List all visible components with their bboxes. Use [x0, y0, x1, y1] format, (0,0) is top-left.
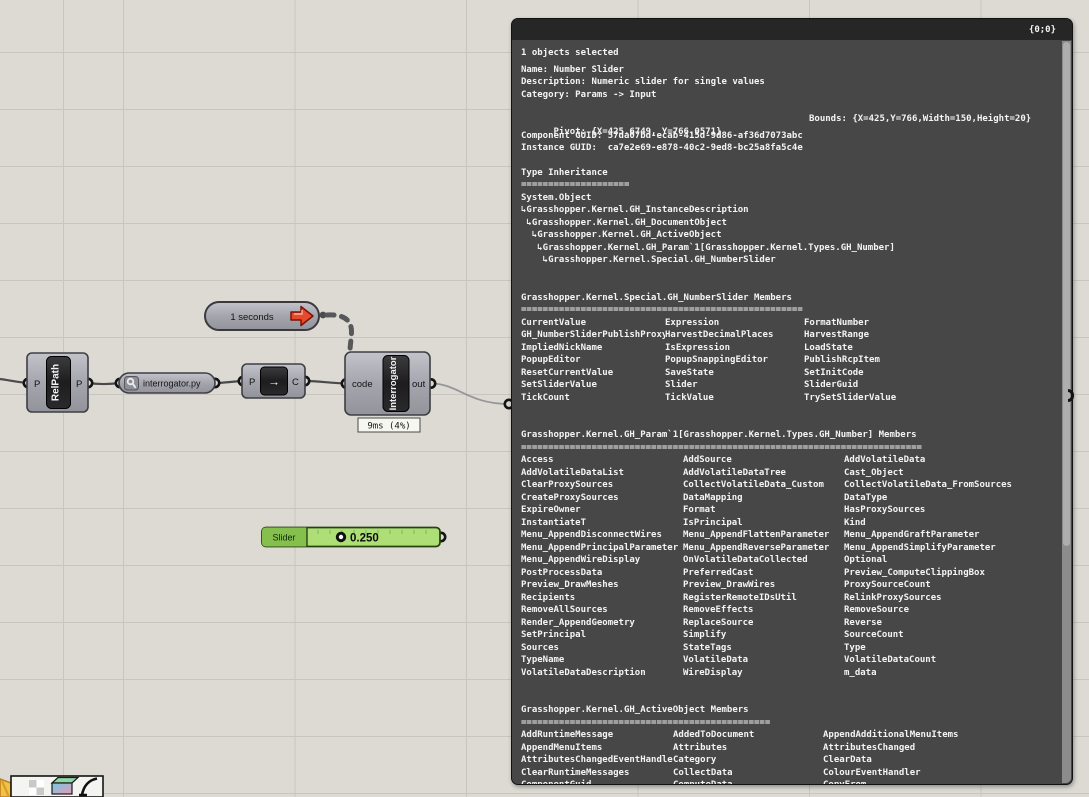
timer-label: 1 seconds	[230, 312, 274, 323]
transparency-swatch-icon[interactable]	[29, 780, 44, 795]
wire-out-to-hidden	[430, 382, 510, 405]
section-separator: ========================================…	[521, 305, 803, 315]
section-title: Type Inheritance	[521, 167, 608, 178]
file-path-icon	[124, 376, 139, 391]
ptoc-output-label: C	[292, 377, 299, 388]
interrogator-name-label: Interrogator	[388, 356, 399, 410]
param-members-section: Grasshopper.Kernel.GH_Param`1[Grasshoppe…	[521, 429, 1060, 679]
interrogator-output-label: out	[412, 379, 426, 390]
panel-content: 1 objects selected Name: Number Slider D…	[521, 43, 1060, 784]
object-name: Name: Number Slider	[521, 64, 624, 75]
data-path-badge: {0;0}	[1028, 24, 1056, 35]
member-table: Access AddSource AddVolatileData AddVolatil…	[521, 455, 1012, 678]
inheritance-line: ↳Grasshopper.Kernel.GH_InstanceDescripti…	[521, 205, 749, 215]
py-path-label: interrogator.py	[143, 379, 201, 389]
pivot-bounds-line: Pivot: {X=425.6749, Y=766.0571} Bounds: …	[521, 113, 1060, 137]
section-separator: ========================================…	[521, 442, 922, 453]
interrogator-input-label: code	[352, 379, 373, 390]
relpath-output-label: P	[76, 379, 82, 390]
timer-component[interactable]: 1 seconds	[204, 301, 320, 331]
pivot-value: Pivot: {X=425.6749, Y=766.0571}	[553, 126, 722, 137]
member-table: CurrentValue Expression FormatNumber GH_Num…	[521, 317, 897, 403]
port-grips[interactable]	[22, 375, 515, 543]
corner-toolbar[interactable]	[0, 775, 104, 797]
panel-header: {0;0}	[512, 19, 1072, 40]
panel-scrollbar-thumb[interactable]	[1063, 42, 1070, 546]
timer-trail	[319, 311, 354, 356]
inheritance-line: ↳Grasshopper.Kernel.Special.GH_NumberSli…	[521, 255, 776, 265]
section-separator: ========================================…	[521, 717, 771, 728]
interrogator-output-panel[interactable]: {0;0} 1 objects selected Name: Number Sl…	[511, 18, 1073, 785]
slider-label: Slider	[272, 533, 295, 543]
numberslider-members-section: Grasshopper.Kernel.Special.GH_NumberSlid…	[521, 292, 1060, 405]
relpath-input-label: P	[34, 379, 40, 390]
slider-knob[interactable]	[335, 531, 347, 543]
section-title: Grasshopper.Kernel.Special.GH_NumberSlid…	[521, 292, 792, 303]
inheritance-line: ↳Grasshopper.Kernel.GH_ActiveObject	[521, 230, 722, 240]
panel-scrollbar[interactable]	[1062, 41, 1071, 783]
inheritance-lines: System.Object ↳Grasshopper.Kernel.GH_Inst…	[521, 192, 1060, 267]
interrogator-component[interactable]: code Interrogator out 9ms (4%)	[344, 351, 431, 433]
number-slider[interactable]: Slider 0.250	[261, 526, 441, 548]
member-table: AddRuntimeMessage AddedToDocument AppendAd…	[521, 730, 959, 784]
relpath-component[interactable]: P RelPath P	[26, 352, 89, 413]
ptoc-input-label: P	[249, 377, 255, 388]
section-title: Grasshopper.Kernel.GH_Param`1[Grasshoppe…	[521, 430, 917, 440]
selected-count: 1 objects selected	[521, 48, 619, 58]
section-title: Grasshopper.Kernel.GH_ActiveObject Membe…	[521, 705, 749, 715]
svg-text:9ms (4%): 9ms (4%)	[367, 422, 410, 432]
inheritance-line: ↳Grasshopper.Kernel.GH_Param`1[Grasshopp…	[521, 242, 895, 253]
inheritance-line: ↳Grasshopper.Kernel.GH_DocumentObject	[521, 217, 727, 228]
instance-guid: Instance GUID: ca7e2e69-e878-40c2-9ed8-b…	[521, 143, 803, 153]
wire-ptoc-to-interrogator	[304, 379, 347, 385]
slider-value: 0.250	[350, 533, 379, 545]
inheritance-line: System.Object	[521, 192, 592, 203]
runtime-badge: 9ms (4%)	[357, 417, 421, 433]
grasshopper-canvas: { "canvas": { "components": { "relpath":…	[0, 0, 1089, 797]
py-path-capsule[interactable]: interrogator.py	[118, 372, 216, 394]
object-description: Description: Numeric slider for single v…	[521, 77, 765, 87]
ptoc-component[interactable]: P → C	[241, 363, 306, 399]
type-inheritance-section: Type Inheritance ==================== Sy…	[521, 167, 1060, 267]
bounds-value: Bounds: {X=425,Y=766,Width=150,Height=20…	[809, 114, 1032, 124]
object-category: Category: Params -> Input	[521, 89, 657, 100]
arrow-right-icon: →	[268, 375, 280, 389]
relpath-name-label: RelPath	[51, 364, 62, 401]
activeobject-members-section: Grasshopper.Kernel.GH_ActiveObject Membe…	[521, 704, 1060, 784]
section-separator: ====================	[521, 180, 630, 190]
